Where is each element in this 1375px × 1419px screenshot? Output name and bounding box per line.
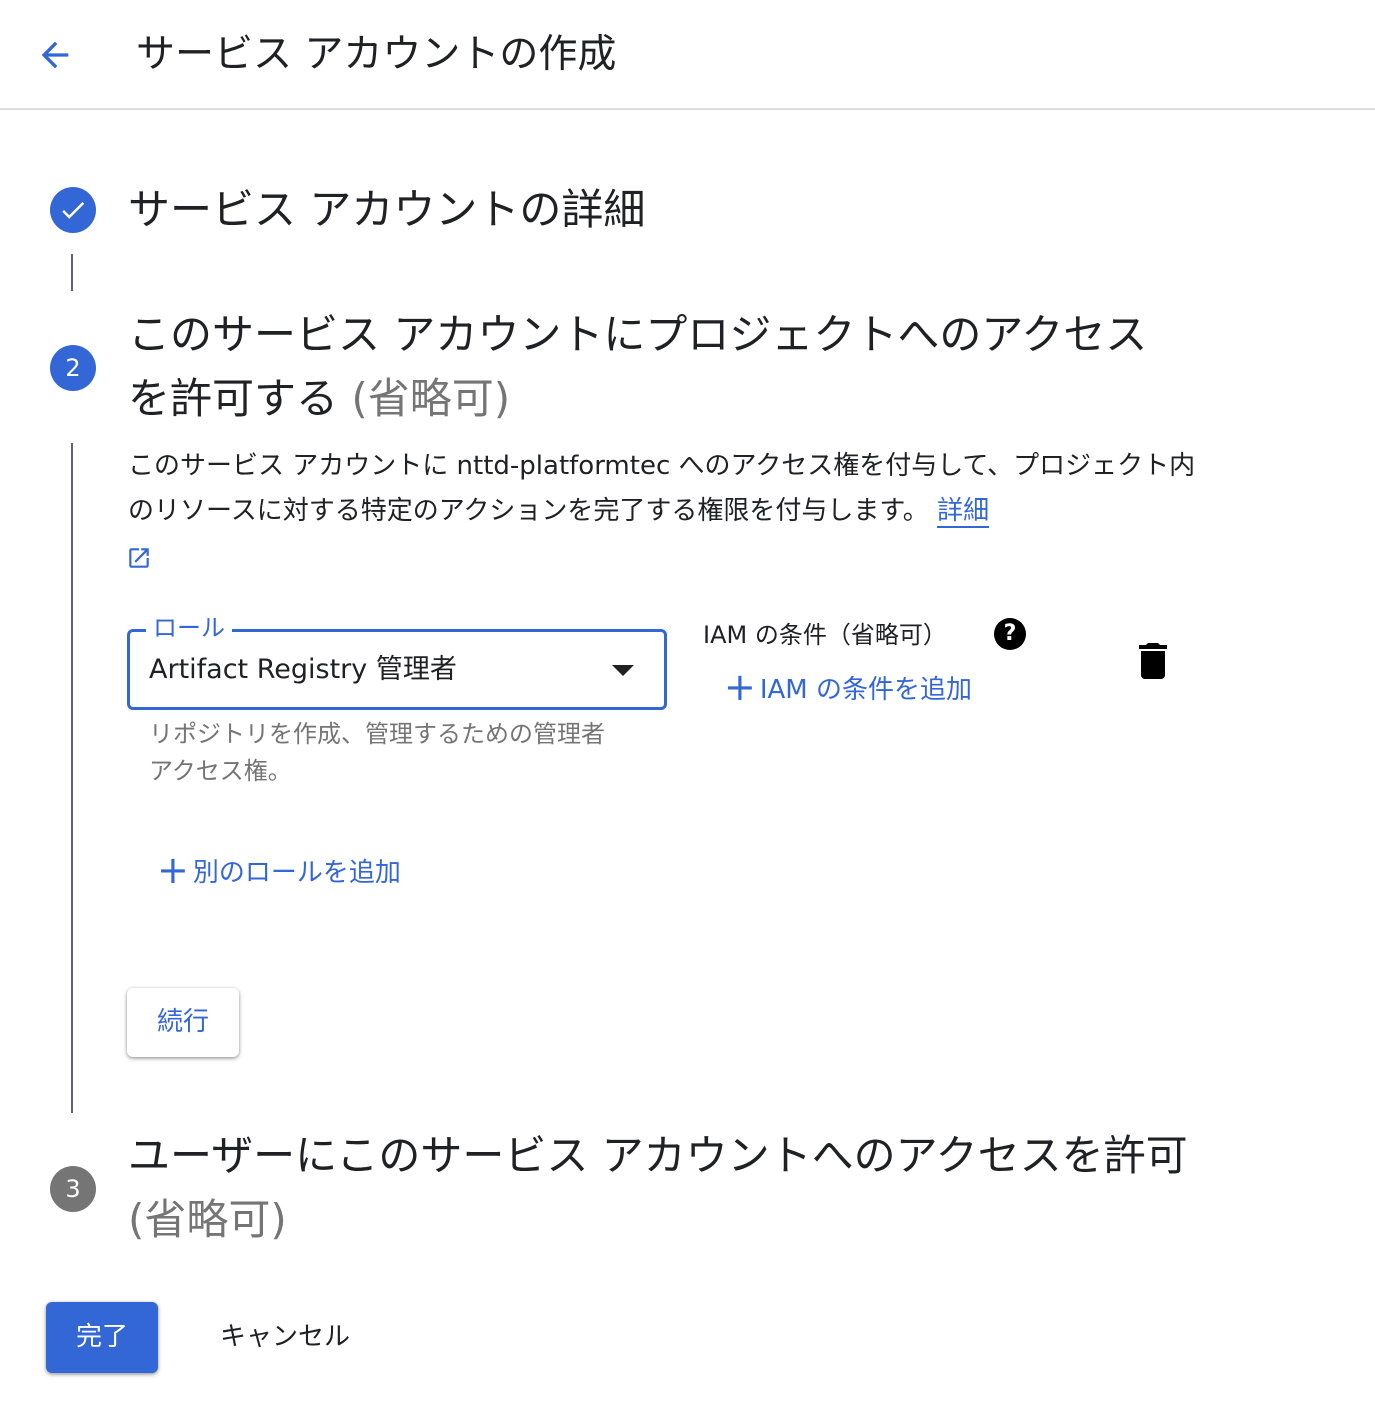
role-select[interactable]: ロール Artifact Registry 管理者 bbox=[127, 612, 667, 710]
continue-button[interactable]: 続行 bbox=[127, 988, 239, 1057]
step-2-description: このサービス アカウントに nttd-platformtec へのアクセス権を付… bbox=[128, 444, 1198, 534]
step-3-indicator: 3 bbox=[50, 1166, 96, 1212]
role-hint-text: リポジトリを作成、管理するための管理者アクセス権。 bbox=[149, 720, 605, 785]
plus-icon: + bbox=[724, 665, 756, 709]
step-3-title-text: ユーザーにこのサービス アカウントへのアクセスを許可 bbox=[128, 1131, 1188, 1180]
step-connector bbox=[71, 443, 73, 1113]
step-2-optional-tag: (省略可) bbox=[351, 374, 511, 423]
description-text: このサービス アカウントに nttd-platformtec へのアクセス権を付… bbox=[128, 451, 1196, 526]
step-3-optional-tag: (省略可) bbox=[128, 1195, 287, 1244]
plus-icon: + bbox=[157, 848, 189, 892]
page-header: サービス アカウントの作成 bbox=[0, 0, 1375, 110]
iam-condition-title: IAM の条件（省略可） bbox=[703, 621, 947, 649]
step-1-complete-indicator bbox=[50, 187, 96, 233]
add-iam-condition-button[interactable]: + IAM の条件を追加 bbox=[724, 667, 972, 707]
step-2-indicator: 2 bbox=[50, 345, 96, 391]
check-icon bbox=[62, 201, 85, 219]
step-3-title[interactable]: ユーザーにこのサービス アカウントへのアクセスを許可 (省略可) bbox=[128, 1124, 1188, 1252]
cancel-button[interactable]: キャンセル bbox=[196, 1302, 374, 1373]
back-button[interactable] bbox=[26, 26, 84, 84]
role-selected-value: Artifact Registry 管理者 bbox=[149, 654, 457, 685]
step-1-title[interactable]: サービス アカウントの詳細 bbox=[128, 178, 1188, 242]
arrow-back-icon bbox=[41, 41, 69, 69]
step-connector bbox=[71, 254, 73, 291]
details-link[interactable]: 詳細 bbox=[937, 496, 990, 528]
trash-icon[interactable] bbox=[1138, 643, 1168, 679]
add-iam-condition-label: IAM の条件を追加 bbox=[759, 674, 972, 705]
done-button[interactable]: 完了 bbox=[46, 1302, 158, 1373]
open-in-new-icon[interactable] bbox=[126, 545, 152, 571]
add-another-role-label: 別のロールを追加 bbox=[192, 857, 401, 888]
help-icon[interactable]: ? bbox=[994, 618, 1026, 650]
step-2-title-text: このサービス アカウントにプロジェクトへのアクセスを許可する bbox=[128, 310, 1148, 423]
page-title: サービス アカウントの作成 bbox=[136, 32, 617, 77]
add-another-role-button[interactable]: + 別のロールを追加 bbox=[157, 850, 401, 890]
role-field-label: ロール bbox=[146, 612, 232, 644]
step-2-title: このサービス アカウントにプロジェクトへのアクセスを許可する (省略可) bbox=[128, 303, 1188, 431]
arrow-drop-down-icon bbox=[612, 665, 634, 676]
